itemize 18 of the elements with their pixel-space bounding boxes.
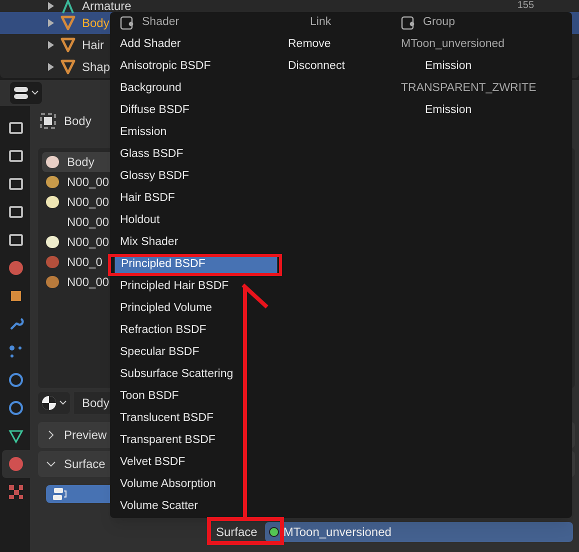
object-name: Hair: [82, 37, 104, 54]
count-label: 155: [517, 0, 534, 12]
object-name: Body: [82, 15, 110, 32]
object-name: Armature: [82, 0, 132, 12]
group-heading: MToon_unversioned: [400, 37, 506, 52]
group-heading: TRANSPARENT_ZWRITE: [400, 81, 538, 96]
breadcrumb: Body: [64, 113, 92, 130]
surface-label: Surface: [215, 524, 258, 541]
material-name: N00_00: [67, 234, 110, 251]
material-name: Body: [67, 154, 94, 171]
material-name: N00_00: [67, 174, 110, 191]
column-heading: Shader: [142, 15, 180, 30]
object-name: Shap: [82, 59, 110, 76]
material-name: N00_00: [67, 274, 110, 291]
material-name: N00_0: [67, 254, 102, 271]
column-heading: Group: [423, 15, 455, 30]
column-heading: Link: [310, 15, 332, 30]
material-name: N00_00: [67, 194, 110, 211]
